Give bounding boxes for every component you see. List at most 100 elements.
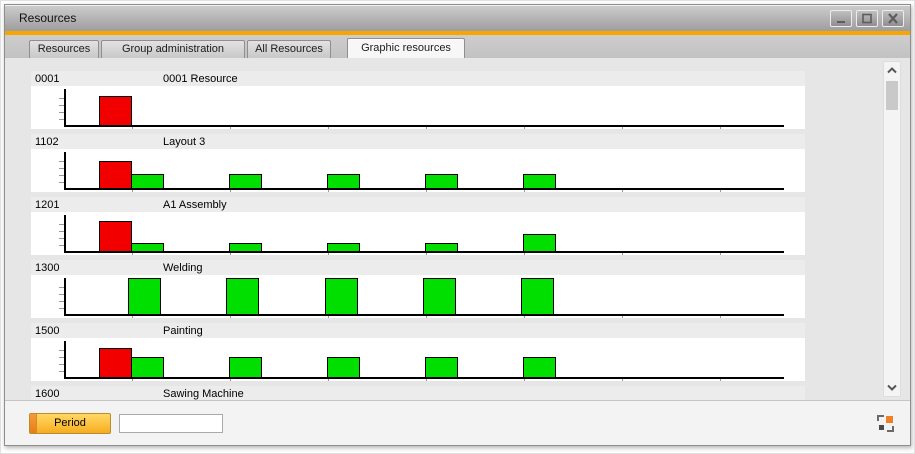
tab-all-resources[interactable]: All Resources [247, 40, 331, 58]
resource-name: 0001 Resource [163, 73, 238, 85]
y-axis-tick [59, 357, 64, 358]
x-axis-tick [132, 127, 133, 129]
red-capacity-bar [99, 221, 132, 252]
titlebar[interactable]: Resources [5, 5, 910, 31]
resource-code: 1300 [31, 262, 163, 274]
scroll-down-button[interactable] [884, 380, 900, 395]
resources-window: Resources Resources Group administration… [4, 4, 911, 446]
form-mode-icon[interactable] [877, 415, 894, 432]
resource-code: 1102 [31, 136, 163, 148]
y-axis-tick [59, 238, 64, 239]
resource-row: 0001 0001 Resource [31, 71, 805, 134]
tab-resources[interactable]: Resources [29, 40, 99, 58]
close-icon [887, 13, 899, 24]
x-axis-tick [328, 127, 329, 129]
resource-capacity-chart [31, 212, 805, 255]
green-capacity-bar [131, 174, 164, 189]
resource-capacity-chart [31, 275, 805, 318]
red-capacity-bar [99, 161, 132, 189]
x-axis-tick [328, 316, 329, 318]
x-axis-tick [328, 379, 329, 381]
y-axis-tick [59, 231, 64, 232]
scrollbar-thumb[interactable] [886, 81, 898, 110]
resource-name: Welding [163, 262, 203, 274]
screen: Resources Resources Group administration… [0, 0, 915, 454]
resource-capacity-chart [31, 149, 805, 192]
x-axis-tick [426, 127, 427, 129]
chevron-down-icon [887, 384, 897, 391]
green-capacity-bar [131, 243, 164, 252]
green-capacity-bar [521, 278, 554, 315]
period-button-edge [30, 414, 37, 433]
y-axis-tick [59, 182, 64, 183]
graphic-resources-panel: 0001 0001 Resource 1102 Layout 3 1201 A1… [5, 58, 910, 400]
period-button[interactable]: Period [29, 413, 111, 434]
y-axis-tick [59, 105, 64, 106]
resource-row-label: 1600 Sawing Machine [31, 386, 805, 400]
x-axis-tick [230, 253, 231, 255]
y-axis-tick [59, 308, 64, 309]
resource-row: 1201 A1 Assembly [31, 197, 805, 260]
x-axis-tick [622, 190, 623, 192]
x-axis-tick [426, 253, 427, 255]
y-axis-tick [59, 119, 64, 120]
footer: Period [5, 400, 910, 445]
green-capacity-bar [128, 278, 161, 315]
y-axis [64, 152, 66, 190]
x-axis-tick [720, 127, 721, 129]
x-axis-tick [230, 127, 231, 129]
period-input[interactable] [119, 414, 223, 433]
close-button[interactable] [882, 10, 904, 27]
green-capacity-bar [327, 174, 360, 189]
resource-name: Layout 3 [163, 136, 205, 148]
x-axis-tick [132, 190, 133, 192]
x-axis [64, 377, 784, 379]
green-capacity-bar [131, 357, 164, 378]
green-capacity-bar [226, 278, 259, 315]
resource-row-label: 1500 Painting [31, 323, 805, 338]
y-axis-tick [59, 364, 64, 365]
scroll-up-button[interactable] [884, 63, 900, 78]
x-axis-tick [622, 379, 623, 381]
y-axis-tick [59, 168, 64, 169]
x-axis [64, 125, 784, 127]
x-axis-tick [328, 190, 329, 192]
minimize-button[interactable] [830, 10, 852, 27]
green-capacity-bar [523, 357, 556, 378]
resource-capacity-chart [31, 86, 805, 129]
resource-row: 1300 Welding [31, 260, 805, 323]
y-axis-tick [59, 112, 64, 113]
green-capacity-bar [523, 234, 556, 252]
y-axis-tick [59, 161, 64, 162]
maximize-button[interactable] [856, 10, 878, 27]
vertical-scrollbar[interactable] [883, 61, 901, 397]
y-axis-tick [59, 245, 64, 246]
x-axis-tick [720, 316, 721, 318]
x-axis [64, 251, 784, 253]
x-axis-tick [132, 253, 133, 255]
resource-code: 0001 [31, 73, 163, 85]
chevron-up-icon [887, 67, 897, 74]
resource-row-label: 1300 Welding [31, 260, 805, 275]
resource-name: A1 Assembly [163, 199, 227, 211]
red-capacity-bar [99, 348, 132, 378]
x-axis-tick [132, 316, 133, 318]
green-capacity-bar [423, 278, 456, 315]
minimize-icon [835, 13, 847, 24]
x-axis-tick [230, 190, 231, 192]
x-axis-tick [720, 253, 721, 255]
tab-graphic-resources[interactable]: Graphic resources [347, 38, 465, 58]
y-axis-tick [59, 301, 64, 302]
x-axis-tick [524, 253, 525, 255]
x-axis-tick [426, 316, 427, 318]
x-axis-tick [720, 190, 721, 192]
resource-name: Painting [163, 325, 203, 337]
x-axis-tick [426, 190, 427, 192]
resource-row-label: 1102 Layout 3 [31, 134, 805, 149]
period-button-label: Period [54, 417, 86, 429]
green-capacity-bar [425, 174, 458, 189]
x-axis [64, 188, 784, 190]
green-capacity-bar [229, 243, 262, 252]
resource-code: 1500 [31, 325, 163, 337]
tab-group-administration[interactable]: Group administration [101, 40, 245, 58]
